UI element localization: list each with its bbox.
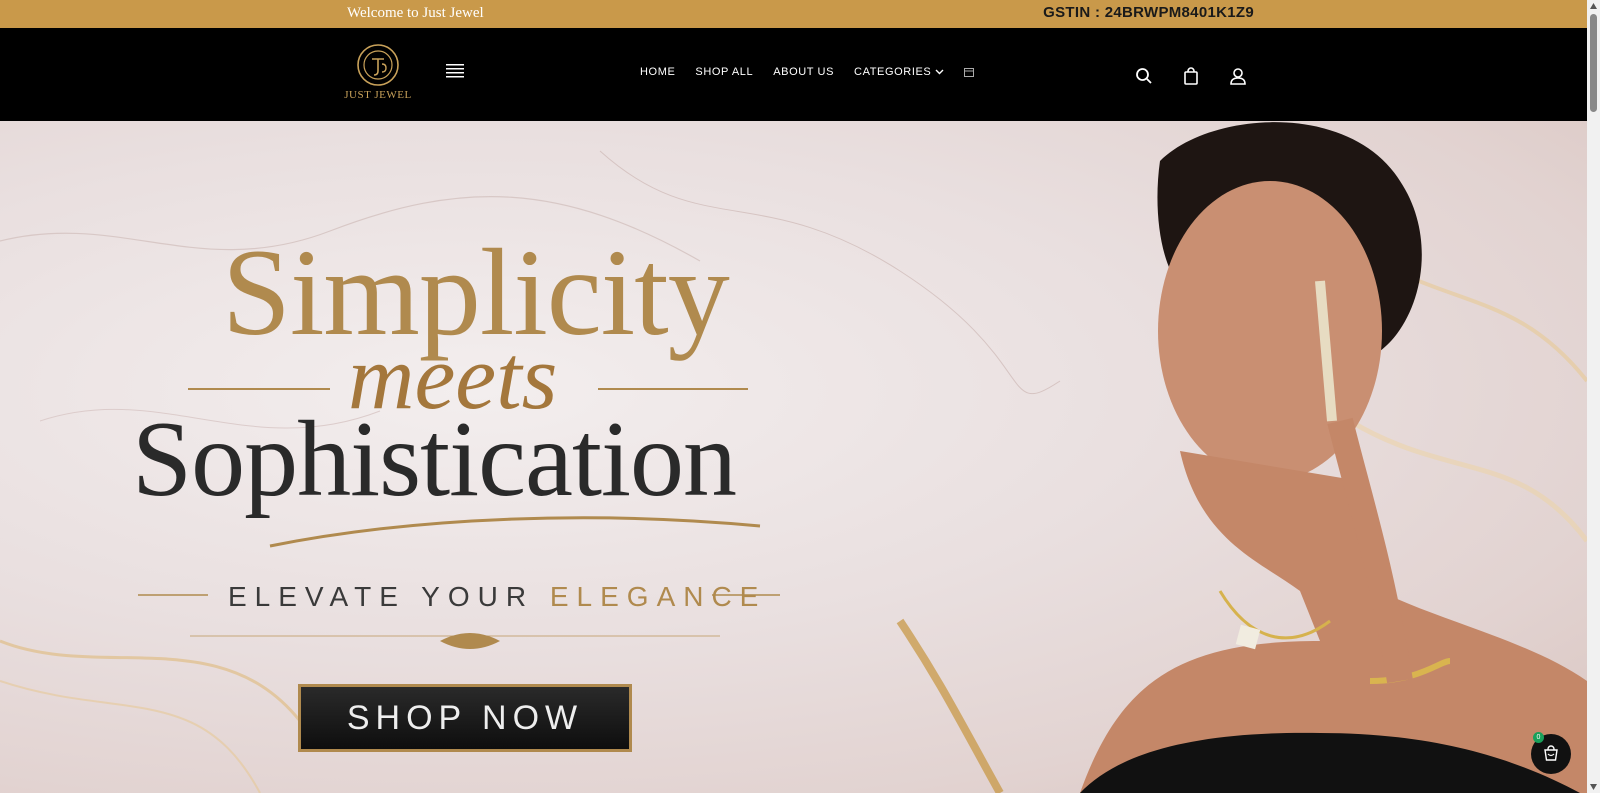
- tagline-part-a: ELEVATE YOUR: [228, 581, 535, 612]
- hero-banner[interactable]: Simplicity meets Sophistication ELEVATE …: [0, 121, 1587, 793]
- model-image: [896, 122, 1587, 793]
- logo[interactable]: JUST JEWEL: [338, 42, 418, 110]
- cart-icon: [1544, 745, 1558, 761]
- logo-text: JUST JEWEL: [344, 89, 412, 101]
- bag-icon[interactable]: [1181, 66, 1201, 86]
- scrollbar-thumb[interactable]: [1590, 14, 1597, 112]
- chevron-down-icon: [935, 69, 944, 75]
- site-header: JUST JEWEL HOME SHOP ALL ABOUT US CATEGO…: [0, 28, 1587, 121]
- logo-emblem-icon: [357, 44, 399, 86]
- menu-icon[interactable]: [446, 63, 464, 79]
- page-scrollbar[interactable]: [1587, 0, 1600, 793]
- nav-categories-label: CATEGORIES: [854, 66, 932, 78]
- nav-shop-all[interactable]: SHOP ALL: [695, 66, 753, 78]
- shop-now-button[interactable]: SHOP NOW: [298, 684, 632, 752]
- floating-cart-button[interactable]: 0: [1531, 732, 1571, 774]
- nav-about-us[interactable]: ABOUT US: [773, 66, 834, 78]
- main-nav: HOME SHOP ALL ABOUT US CATEGORIES: [640, 66, 994, 78]
- search-icon[interactable]: [1134, 66, 1154, 86]
- calendar-icon[interactable]: [964, 67, 975, 77]
- gstin-text: GSTIN : 24BRWPM8401K1Z9: [1043, 4, 1254, 21]
- announcement-bar: Welcome to Just Jewel GSTIN : 24BRWPM840…: [0, 0, 1587, 28]
- nav-home[interactable]: HOME: [640, 66, 675, 78]
- hero-tagline: ELEVATE YOUR ELEGANCE: [228, 581, 766, 613]
- account-icon[interactable]: [1228, 66, 1248, 86]
- header-actions: [1134, 66, 1275, 86]
- welcome-text: Welcome to Just Jewel: [347, 5, 484, 21]
- scroll-up-icon[interactable]: [1589, 2, 1598, 10]
- cart-count-badge: 0: [1533, 732, 1544, 743]
- tagline-part-b: ELEGANCE: [549, 581, 767, 612]
- scroll-down-icon[interactable]: [1589, 783, 1598, 791]
- nav-categories[interactable]: CATEGORIES: [854, 66, 944, 78]
- hero-headline-sophistication: Sophistication: [132, 400, 737, 519]
